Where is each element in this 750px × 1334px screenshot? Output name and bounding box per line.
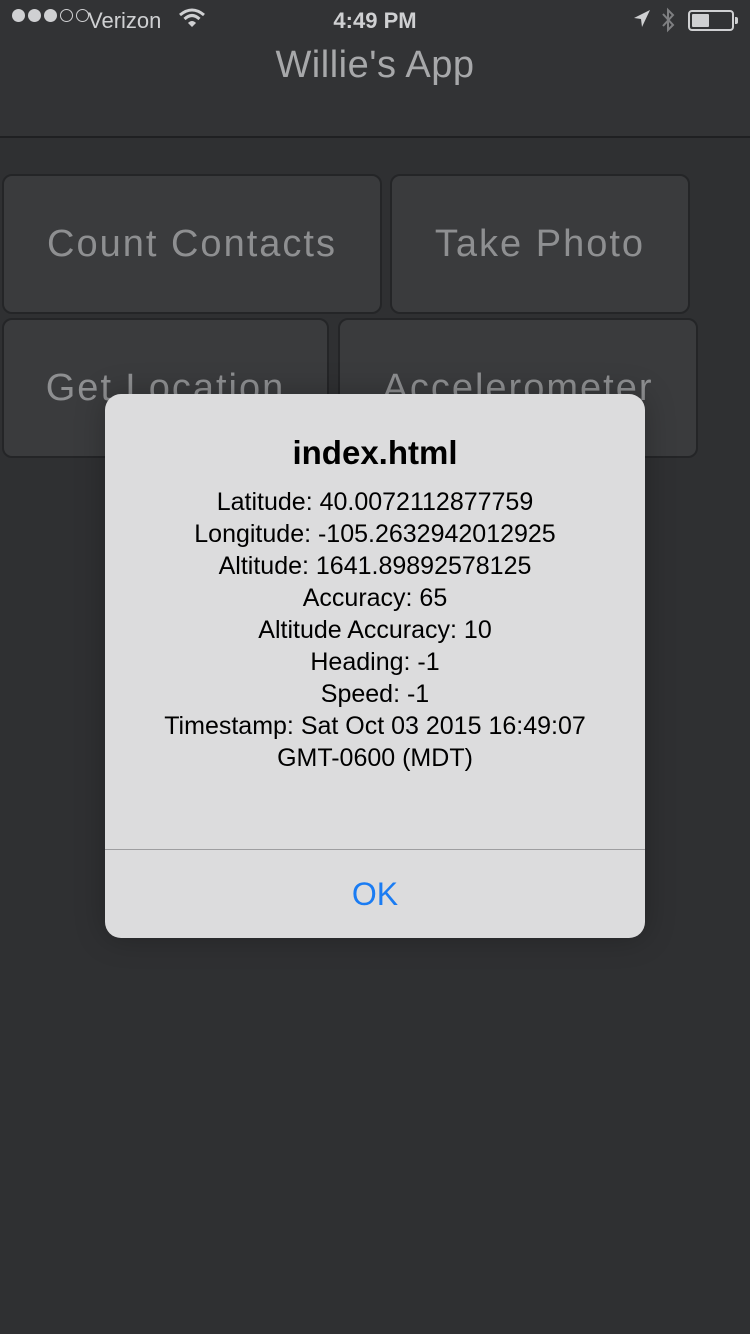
latitude-line: Latitude: 40.0072112877759 bbox=[216, 488, 534, 516]
alert-message: Latitude: 40.0072112877759 Longitude: -1… bbox=[125, 486, 625, 774]
bluetooth-icon bbox=[660, 7, 676, 39]
count-contacts-button[interactable]: Count Contacts bbox=[2, 174, 382, 314]
timestamp-line: Timestamp: Sat Oct 03 2015 16:49:07 bbox=[164, 712, 586, 740]
speed-line: Speed: -1 bbox=[320, 680, 430, 708]
ok-button[interactable]: OK bbox=[105, 850, 645, 938]
app-title: Willie's App bbox=[275, 44, 475, 86]
location-arrow-icon bbox=[632, 8, 652, 36]
accuracy-line: Accuracy: 65 bbox=[302, 584, 448, 612]
longitude-line: Longitude: -105.2632942012925 bbox=[194, 520, 556, 548]
take-photo-button[interactable]: Take Photo bbox=[390, 174, 690, 314]
alert-dialog: index.html Latitude: 40.0072112877759 Lo… bbox=[105, 394, 645, 938]
altitude-line: Altitude: 1641.89892578125 bbox=[218, 552, 532, 580]
status-bar: Verizon 4:49 PM bbox=[0, 0, 750, 40]
battery-level bbox=[692, 14, 709, 27]
timezone-line: GMT-0600 (MDT) bbox=[277, 744, 473, 772]
navigation-bar: Verizon 4:49 PM Willie's App bbox=[0, 0, 750, 138]
heading-line: Heading: -1 bbox=[310, 648, 440, 676]
altitude-accuracy-line: Altitude Accuracy: 10 bbox=[258, 616, 492, 644]
alert-title: index.html bbox=[292, 434, 458, 471]
battery-icon bbox=[688, 10, 738, 31]
